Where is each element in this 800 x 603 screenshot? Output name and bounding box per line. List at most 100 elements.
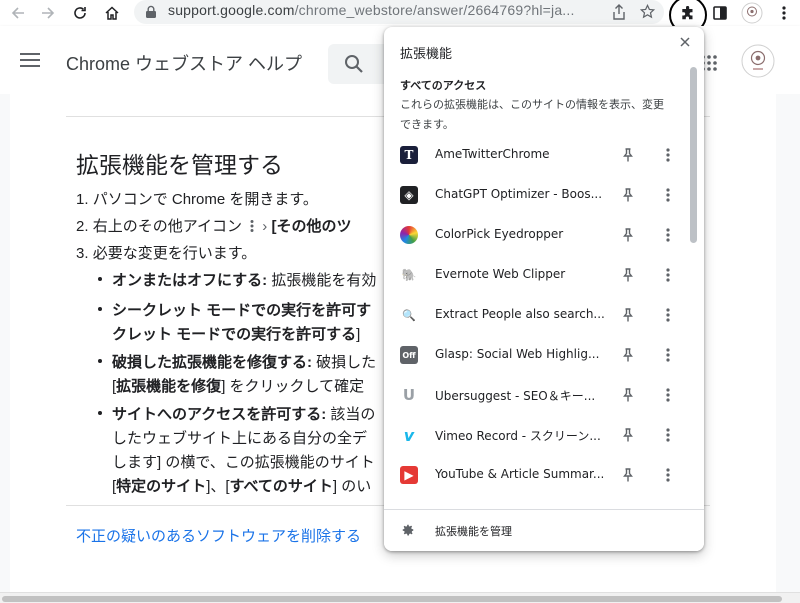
bullet-dot: [98, 307, 102, 311]
lock-icon[interactable]: [145, 5, 157, 19]
bullet-bold: 特定のサイト: [116, 478, 207, 495]
bookmark-star-icon[interactable]: [640, 4, 655, 19]
full-access-description: これらの拡張機能は、このサイトの情報を表示、変更できます。: [400, 98, 664, 131]
manage-extensions-row[interactable]: 拡張機能を管理: [384, 509, 704, 551]
bullet-bold: 破損した拡張機能を修復する:: [112, 354, 312, 371]
url-path: /chrome_webstore/answer/2664769?hl=ja...: [294, 2, 575, 18]
pin-icon[interactable]: [620, 227, 636, 243]
back-arrow-icon: [11, 7, 24, 19]
account-avatar-icon: [741, 44, 775, 78]
bullet-text: 破損した: [316, 354, 377, 371]
pin-icon[interactable]: [620, 387, 636, 403]
horizontal-scrollbar-thumb[interactable]: [2, 596, 782, 602]
step-text-bold: [その他のツ: [271, 218, 352, 235]
bullet-text: 拡張機能を有効: [271, 272, 377, 289]
extension-menu-icon[interactable]: [660, 267, 676, 283]
extension-menu-icon[interactable]: [660, 307, 676, 323]
bullet-text: ]、[: [206, 478, 230, 495]
home-button[interactable]: [100, 1, 124, 25]
back-button[interactable]: [6, 1, 30, 25]
step-text: 右上のその他アイコン: [92, 218, 242, 235]
pin-icon[interactable]: [620, 267, 636, 283]
chevron-right-icon: ›: [262, 218, 268, 235]
pin-icon[interactable]: [620, 307, 636, 323]
popup-title: 拡張機能: [400, 47, 453, 62]
step-number: 2.: [76, 218, 89, 235]
bullet-line: サイトへのアクセスを許可する: 該当の: [112, 403, 375, 424]
url-domain: support.google.com: [168, 2, 295, 18]
step-number: 3.: [76, 245, 89, 262]
extension-menu-icon[interactable]: [660, 387, 676, 403]
share-icon[interactable]: [612, 4, 626, 20]
bullet-bold: サイトへのアクセスを許可する:: [112, 406, 327, 423]
side-panel-icon: [713, 6, 727, 20]
bullet-text: 該当の: [330, 406, 376, 423]
step-3: 3. 必要な変更を行います。: [76, 242, 256, 263]
extension-name: Ubersuggest - SEO＆キー...: [435, 389, 596, 403]
bullet-text: したウェブサイト上にある自分の全デ: [112, 430, 368, 447]
evernote-icon: 🐘: [401, 268, 417, 282]
extension-name: YouTube & Article Summar...: [435, 467, 605, 481]
extension-row[interactable]: 🐘 Evernote Web Clipper: [384, 255, 688, 295]
horizontal-scrollbar[interactable]: [0, 592, 800, 603]
colorpick-icon: [400, 226, 418, 244]
extension-row[interactable]: 🔍 Extract People also search...: [384, 295, 688, 335]
chrome-menu-button[interactable]: [772, 1, 796, 25]
home-icon: [105, 6, 119, 20]
extension-menu-icon[interactable]: [660, 227, 676, 243]
extension-row[interactable]: v Vimeo Record - スクリーン...: [384, 415, 688, 455]
close-icon: [680, 37, 690, 47]
pin-icon[interactable]: [620, 147, 636, 163]
full-access-heading: すべてのアクセス: [400, 79, 487, 92]
bullet-bold: シークレット モードでの実行を許可す: [112, 302, 372, 319]
extension-row[interactable]: T AmeTwitterChrome: [384, 135, 688, 175]
extension-menu-icon[interactable]: [660, 467, 676, 483]
popup-close-button[interactable]: [676, 33, 694, 51]
bullet-line-cont: クレット モードでの実行を許可する]: [112, 323, 360, 344]
hamburger-menu-button[interactable]: [20, 52, 40, 72]
extensions-button[interactable]: [676, 2, 700, 26]
manage-extensions-label: 拡張機能を管理: [435, 525, 512, 538]
extension-row[interactable]: Off Glasp: Social Web Highlig...: [384, 335, 688, 375]
extension-row[interactable]: ▶ YouTube & Article Summar...: [384, 455, 688, 495]
search-extract-icon: 🔍: [402, 308, 416, 322]
extension-menu-icon[interactable]: [660, 187, 676, 203]
extension-row[interactable]: ColorPick Eyedropper: [384, 215, 688, 255]
help-center-title[interactable]: Chrome ウェブストア ヘルプ: [66, 50, 302, 76]
search-icon: [345, 55, 363, 73]
bullet-text: ]: [356, 326, 361, 343]
bullet-bold: オンまたはオフにする:: [112, 272, 268, 289]
gear-icon: [402, 524, 414, 536]
extension-row[interactable]: ◈ ChatGPT Optimizer - Boos...: [384, 175, 688, 215]
extension-menu-icon[interactable]: [660, 147, 676, 163]
bullet-dot: [98, 359, 102, 363]
bullet-bold: 拡張機能を修復: [116, 378, 222, 395]
url-text[interactable]: support.google.com/chrome_webstore/answe…: [168, 2, 575, 18]
bullet-dot: [98, 277, 102, 281]
pin-icon[interactable]: [620, 467, 636, 483]
forward-button[interactable]: [36, 1, 60, 25]
extension-menu-icon[interactable]: [660, 427, 676, 443]
kebab-menu-icon: [782, 6, 786, 20]
extension-name: Glasp: Social Web Highlig...: [435, 347, 600, 361]
step-text: パソコンで Chrome を開きます。: [92, 191, 318, 208]
address-bar[interactable]: support.google.com/chrome_webstore/answe…: [134, 0, 664, 24]
extension-row[interactable]: U Ubersuggest - SEO＆キー...: [384, 375, 688, 415]
vimeo-icon: v: [403, 425, 415, 445]
pin-icon[interactable]: [620, 187, 636, 203]
help-search-box[interactable]: [328, 44, 388, 84]
popup-scrollbar-thumb[interactable]: [690, 67, 697, 243]
profile-button[interactable]: [740, 1, 764, 25]
extension-name: ChatGPT Optimizer - Boos...: [435, 187, 603, 201]
extension-name: Evernote Web Clipper: [435, 267, 566, 281]
account-avatar[interactable]: [741, 44, 775, 82]
bullet-line: オンまたはオフにする: 拡張機能を有効: [112, 269, 376, 290]
remove-malware-link[interactable]: 不正の疑いのあるソフトウェアを削除する: [76, 525, 361, 546]
pin-icon[interactable]: [620, 427, 636, 443]
side-panel-button[interactable]: [708, 1, 732, 25]
more-vert-icon: [250, 220, 254, 232]
pin-icon[interactable]: [620, 347, 636, 363]
reload-button[interactable]: [68, 1, 92, 25]
step-2: 2. 右上のその他アイコン › [その他のツ: [76, 215, 351, 236]
extension-menu-icon[interactable]: [660, 347, 676, 363]
